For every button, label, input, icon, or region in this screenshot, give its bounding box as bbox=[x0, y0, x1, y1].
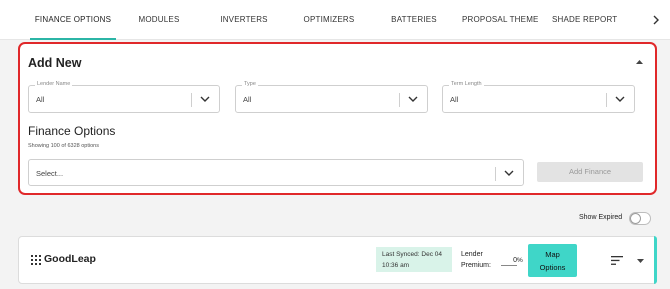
type-select[interactable]: Type All bbox=[235, 81, 428, 113]
chevron-down-icon bbox=[615, 96, 625, 102]
show-expired-toggle[interactable] bbox=[629, 212, 651, 225]
select-divider bbox=[495, 167, 496, 181]
add-new-panel: Add New Lender Name All Type All Term Le… bbox=[18, 42, 657, 195]
tab-proposal-theme[interactable]: PROPOSAL THEME bbox=[462, 0, 538, 40]
tab-finance-options[interactable]: FINANCE OPTIONS bbox=[30, 0, 116, 40]
select-divider bbox=[191, 93, 192, 107]
caret-up-icon bbox=[636, 60, 643, 64]
lender-card-accent bbox=[654, 236, 657, 284]
map-options-button[interactable]: Map Options bbox=[528, 244, 577, 277]
chevron-down-icon bbox=[504, 170, 514, 176]
add-finance-button[interactable]: Add Finance bbox=[537, 162, 643, 182]
lender-premium-input[interactable] bbox=[501, 255, 517, 266]
lender-name: GoodLeap bbox=[44, 253, 96, 265]
tab-optimizers[interactable]: OPTIMIZERS bbox=[300, 0, 358, 40]
tab-batteries[interactable]: BATTERIES bbox=[388, 0, 440, 40]
last-synced-date: Last Synced: Dec 04 bbox=[382, 251, 442, 258]
last-synced-badge: Last Synced: Dec 04 10:36 am bbox=[376, 247, 452, 272]
chevron-down-icon bbox=[408, 96, 418, 102]
tab-shade-report[interactable]: SHADE REPORT bbox=[552, 0, 617, 40]
finance-options-count: Showing 100 of 6328 options bbox=[28, 143, 99, 149]
term-length-legend: Term Length bbox=[449, 81, 484, 87]
chevron-down-icon bbox=[200, 96, 210, 102]
lender-name-value: All bbox=[36, 95, 45, 104]
last-synced-time: 10:36 am bbox=[382, 262, 410, 269]
sort-icon[interactable] bbox=[611, 256, 623, 265]
settings-tab-bar: FINANCE OPTIONS MODULES INVERTERS OPTIMI… bbox=[0, 0, 670, 40]
chevron-right-icon bbox=[653, 15, 659, 25]
caret-down-icon bbox=[637, 259, 644, 263]
finance-options-title: Finance Options bbox=[28, 124, 116, 138]
tab-modules[interactable]: MODULES bbox=[132, 0, 186, 40]
lender-premium-label-line1: Lender bbox=[461, 251, 483, 258]
type-value: All bbox=[243, 95, 252, 104]
lender-premium-label-line2: Premium: bbox=[461, 262, 491, 269]
drag-handle-icon[interactable] bbox=[31, 255, 41, 265]
lender-premium-label: Lender Premium: bbox=[461, 249, 491, 271]
lender-premium-unit: % bbox=[517, 257, 523, 264]
type-legend: Type bbox=[242, 81, 258, 87]
expand-lender-button[interactable] bbox=[637, 259, 644, 266]
add-new-title: Add New bbox=[28, 56, 82, 70]
lender-name-legend: Lender Name bbox=[35, 81, 73, 87]
collapse-panel-button[interactable] bbox=[636, 57, 643, 66]
show-expired-label: Show Expired bbox=[579, 214, 623, 221]
lender-name-select[interactable]: Lender Name All bbox=[28, 81, 220, 113]
term-length-select[interactable]: Term Length All bbox=[442, 81, 635, 113]
finance-option-placeholder: Select... bbox=[36, 169, 64, 178]
term-length-value: All bbox=[450, 95, 459, 104]
tab-inverters[interactable]: INVERTERS bbox=[217, 0, 271, 40]
select-divider bbox=[399, 93, 400, 107]
lender-card: GoodLeap Last Synced: Dec 04 10:36 am Le… bbox=[18, 236, 657, 284]
map-options-line1: Map bbox=[545, 250, 560, 259]
select-divider bbox=[606, 93, 607, 107]
finance-option-select[interactable]: Select... bbox=[28, 159, 524, 186]
tabs-scroll-right-button[interactable] bbox=[648, 0, 664, 40]
toggle-knob bbox=[630, 213, 641, 224]
map-options-line2: Options bbox=[539, 263, 566, 272]
